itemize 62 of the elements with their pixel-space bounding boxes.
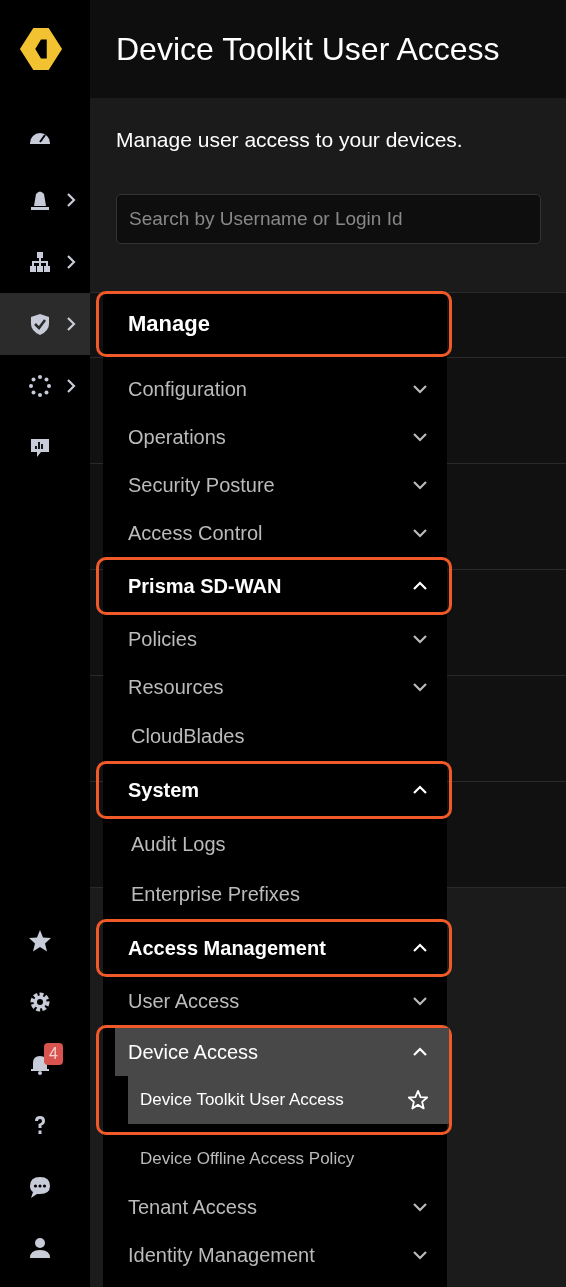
logo-icon: [18, 26, 64, 72]
menu-item[interactable]: Device Offline Access Policy: [128, 1135, 447, 1183]
menu-section[interactable]: Access Management: [128, 922, 447, 974]
menu-section-label: System: [128, 778, 200, 802]
menu-group-label: Identity Management: [128, 1243, 315, 1267]
menu-item[interactable]: Device Toolkit User Access: [128, 1076, 449, 1124]
chevron-down-icon: [413, 634, 427, 644]
chevron-down-icon: [413, 384, 427, 394]
menu-group-label: Resources: [128, 675, 224, 699]
page-description: Manage user access to your devices.: [116, 128, 464, 152]
chevron-down-icon: [413, 528, 427, 538]
chevron-up-icon: [413, 581, 427, 591]
menu-item-label: Device Toolkit User Access: [140, 1090, 344, 1110]
menu-group[interactable]: Configuration: [128, 365, 447, 413]
chevron-down-icon: [413, 1250, 427, 1260]
menu-group-label: Policies: [128, 627, 197, 651]
chevron-up-icon: [413, 785, 427, 795]
menu-group-label: User Access: [128, 989, 240, 1013]
menu-group-label: Operations: [128, 425, 226, 449]
menu-group-label: Security Posture: [128, 473, 275, 497]
menu-group-label: Tenant Access: [128, 1195, 257, 1219]
chevron-down-icon: [413, 682, 427, 692]
dots-circle-icon: [28, 374, 52, 398]
chevron-down-icon: [413, 1202, 427, 1212]
chevron-right-icon: [66, 317, 76, 331]
menu-section[interactable]: System: [128, 764, 447, 816]
menu-group[interactable]: Resources: [128, 663, 447, 711]
menu-group[interactable]: Security Posture: [128, 461, 447, 509]
menu-group[interactable]: Policies: [128, 615, 447, 663]
star-icon: [28, 928, 52, 953]
chevron-right-icon: [66, 379, 76, 393]
chat-icon: [28, 1174, 52, 1199]
menu-section[interactable]: Prisma SD-WAN: [128, 560, 447, 612]
chevron-up-icon: [413, 943, 427, 953]
menu-group[interactable]: Tenant Access: [128, 1183, 447, 1231]
menu-group-label: Access Control: [128, 521, 263, 545]
star-outline-icon[interactable]: [407, 1089, 429, 1111]
menu-section-label: Prisma SD-WAN: [128, 574, 282, 598]
chevron-down-icon: [413, 432, 427, 442]
chevron-down-icon: [413, 996, 427, 1006]
chevron-down-icon: [413, 480, 427, 490]
chevron-right-icon: [66, 193, 76, 207]
chevron-right-icon: [66, 255, 76, 269]
notification-count: 4: [44, 1043, 63, 1065]
shield-check-icon: [28, 312, 52, 336]
menu-link[interactable]: Enterprise Prefixes: [128, 869, 447, 919]
search-field[interactable]: Search by Username or Login Id: [116, 194, 541, 244]
menu-group[interactable]: User Access: [128, 977, 447, 1025]
menu-section-label: Access Management: [128, 936, 326, 960]
chevron-up-icon: [413, 1047, 427, 1057]
menu-link[interactable]: Audit Logs: [128, 819, 447, 869]
menu-group-label: Device Access: [128, 1040, 259, 1064]
menu-group-label: Configuration: [128, 377, 247, 401]
network-icon: [28, 250, 52, 274]
menu-group[interactable]: Operations: [128, 413, 447, 461]
menu-heading: Manage: [128, 311, 210, 337]
page-title: Device Toolkit User Access: [116, 30, 500, 68]
user-icon: [28, 1236, 52, 1261]
menu-group[interactable]: Device Access: [115, 1028, 449, 1076]
menu-group[interactable]: Identity Management: [128, 1231, 447, 1279]
menu-group[interactable]: Access Control: [128, 509, 447, 557]
menu-link[interactable]: CloudBlades: [128, 711, 447, 761]
